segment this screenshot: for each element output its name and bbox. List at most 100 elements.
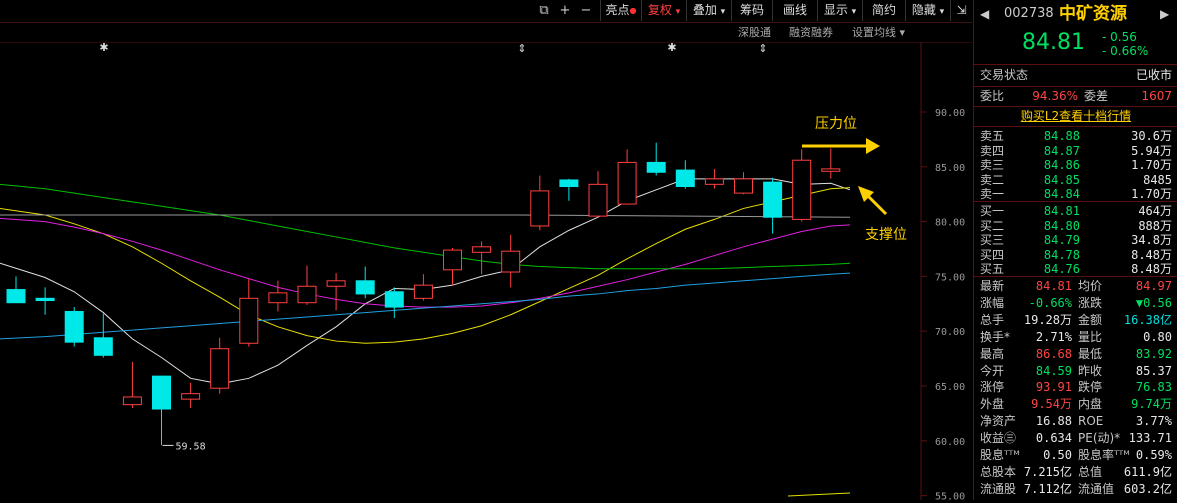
subbar-margin[interactable]: 融资融券 (789, 24, 833, 40)
y-tick-label: 80.00 (935, 218, 965, 229)
candle[interactable] (152, 375, 171, 446)
candle[interactable] (472, 241, 492, 275)
candle[interactable] (355, 266, 375, 299)
candle[interactable] (821, 148, 841, 179)
candle[interactable] (675, 160, 695, 189)
price-change-pct: - 0.66% (1102, 44, 1149, 58)
stat-value: 0.634 (1035, 431, 1072, 446)
y-tick-label: 60.00 (935, 437, 965, 448)
stat-value: -0.66% (1028, 295, 1072, 310)
event-marker-star[interactable]: ✱ (667, 41, 676, 54)
toolbar-chips-button[interactable]: 筹码 (731, 0, 772, 21)
candle-body (152, 375, 171, 410)
candle[interactable] (734, 172, 753, 195)
stat-label: 净资产 (980, 414, 1017, 429)
candle[interactable] (530, 175, 550, 231)
stat-value: 133.71 (1128, 431, 1172, 446)
candle[interactable] (210, 337, 230, 394)
prev-stock-icon[interactable]: ◀ (980, 4, 989, 24)
stat-value: 16.88 (1035, 414, 1072, 429)
event-marker-arrow[interactable]: ⇕ (758, 42, 767, 55)
quote-panel: ◀ 002738 中矿资源 ▶ 84.81 - 0.56 - 0.66% 交易状… (973, 0, 1177, 500)
weibi-value: 94.36% (1032, 89, 1078, 103)
support-label: 支撑位 (865, 227, 907, 243)
l2-upgrade-link[interactable]: 购买L2查看十档行情 (1021, 109, 1131, 123)
candle[interactable] (384, 287, 404, 319)
candle[interactable] (6, 276, 26, 304)
candle[interactable] (617, 149, 637, 205)
candle-body (268, 292, 288, 304)
stat-value: 19.28万 (1023, 312, 1072, 327)
candle-body (326, 280, 346, 287)
stat-value: 0.50 (1043, 448, 1072, 462)
resistance-arrow-head (866, 138, 880, 154)
status-label: 交易状态 (980, 68, 1029, 82)
ma-line-white (0, 178, 851, 385)
toolbar-hide-button[interactable]: 隐藏 ▾ (905, 0, 950, 21)
divider (974, 276, 1177, 277)
candle-body (35, 297, 55, 302)
toolbar-simple-button[interactable]: 简约 (862, 0, 905, 21)
toolbar-highlight-button[interactable]: 亮点● (600, 0, 641, 21)
stat-value: 84.59 (1035, 363, 1072, 378)
candle[interactable] (792, 149, 812, 222)
subbar-ma-settings[interactable]: 设置均线 ▾ (852, 24, 905, 40)
event-marker-star[interactable]: ✱ (99, 41, 108, 54)
next-stock-icon[interactable]: ▶ (1160, 4, 1169, 24)
resistance-label: 压力位 (815, 116, 857, 132)
y-tick-label: 85.00 (935, 163, 965, 174)
stat-label: 跌停 (1078, 380, 1103, 395)
candle[interactable] (122, 361, 142, 408)
candle[interactable] (297, 265, 317, 305)
stat-label: 最新 (980, 279, 1005, 293)
candle[interactable] (93, 313, 113, 358)
kline-chart[interactable]: 59.58 90.00 85.00 80.00 75.00 70.00 65.00 60.0… (0, 41, 972, 503)
candle[interactable] (35, 287, 55, 315)
stat-label: 换手* (980, 329, 1011, 344)
candle-body (675, 169, 695, 188)
toolbar-adjust-button[interactable]: 复权 ▾ (641, 0, 686, 21)
stat-value: 76.83 (1135, 380, 1172, 395)
stat-label: 金额 (1078, 312, 1103, 327)
subbar-hk-connect[interactable]: 深股通 (738, 24, 771, 40)
candle[interactable] (588, 171, 608, 218)
stat-value: 83.92 (1135, 346, 1172, 361)
candle[interactable] (646, 142, 666, 176)
stat-value: 84.81 (1035, 279, 1072, 293)
candle-body (6, 289, 26, 304)
candle[interactable] (443, 247, 462, 286)
event-marker-arrow[interactable]: ⇕ (517, 42, 526, 55)
zoom-out-icon[interactable]: − (577, 2, 595, 19)
candle[interactable] (181, 382, 201, 408)
stat-label: 总手 (980, 312, 1005, 327)
toolbar-overlay-button[interactable]: 叠加 ▾ (686, 0, 731, 21)
volume-line-stub (787, 492, 851, 497)
candle[interactable] (559, 178, 579, 201)
stat-value: 0.80 (1143, 329, 1172, 344)
candle[interactable] (501, 234, 521, 288)
candle[interactable] (239, 278, 259, 347)
zoom-in-icon[interactable]: + (556, 2, 574, 19)
expand-icon[interactable]: ⇲ (950, 0, 972, 21)
window-icon[interactable]: ⧉ (535, 2, 553, 19)
toolbar-display-button[interactable]: 显示 ▾ (817, 0, 862, 21)
candle[interactable] (704, 168, 724, 189)
stat-value: 93.91 (1035, 380, 1072, 395)
stat-label: 昨收 (1078, 363, 1103, 378)
candle[interactable] (763, 177, 783, 234)
stat-label: 最低 (1078, 346, 1103, 361)
stat-value: 84.97 (1135, 279, 1172, 293)
y-tick-label: 55.00 (935, 492, 965, 500)
candle[interactable] (64, 307, 84, 347)
candle[interactable] (413, 274, 433, 301)
candle-body (734, 178, 753, 194)
divider (974, 126, 1177, 127)
candle-body (93, 337, 113, 356)
toolbar-draw-button[interactable]: 画线 (772, 0, 817, 21)
stat-value: ▼0.56 (1135, 295, 1172, 310)
last-price: 84.81 (1022, 30, 1085, 55)
candle[interactable] (326, 273, 346, 311)
stat-label: 收益㊂ (980, 431, 1017, 446)
divider (974, 86, 1177, 87)
stat-value: 3.77% (1135, 414, 1172, 429)
